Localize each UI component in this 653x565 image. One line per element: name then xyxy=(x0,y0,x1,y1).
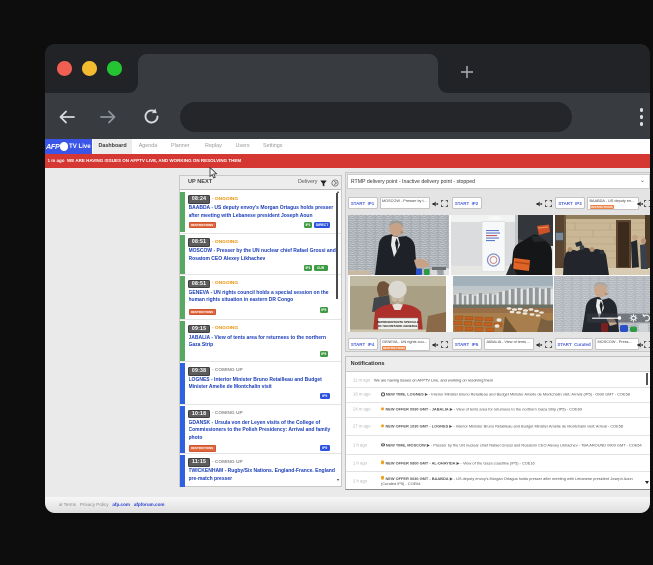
svg-text:DU SECRETAIRE GENERAL: DU SECRETAIRE GENERAL xyxy=(378,324,418,328)
